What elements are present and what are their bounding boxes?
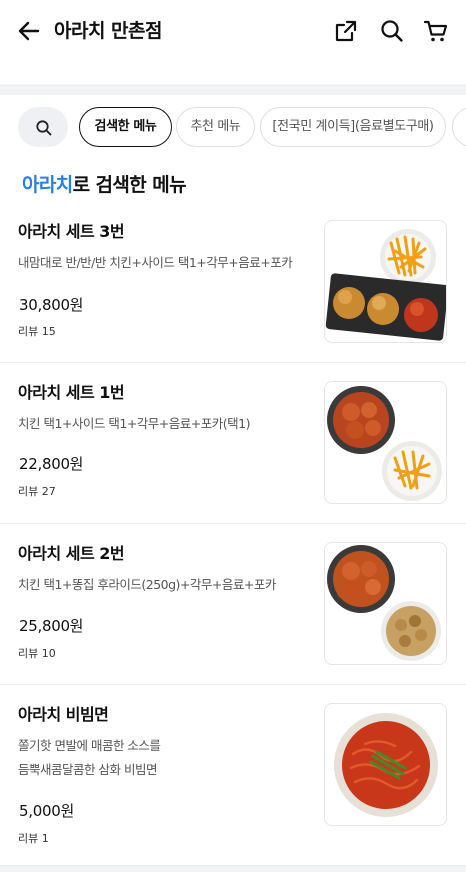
menu-item-price: 30,800원 [19,296,84,314]
menu-item-image [324,381,447,504]
bottom-divider [0,866,466,872]
chip-search-button[interactable] [18,107,68,147]
menu-item-description: 내맘대로 반/반/반 치킨+사이드 택1+각무+음료+포카 [18,255,293,270]
search-keyword: 아라치 [22,174,73,196]
menu-item-name: 아라치 비빔면 [18,705,109,724]
chip-searched-menu[interactable]: 검색한 메뉴 [79,107,172,147]
cart-icon[interactable] [423,18,449,44]
menu-item-name: 아라치 세트 3번 [18,222,125,241]
share-icon[interactable] [333,18,359,44]
menu-item-description: 치킨 택1+사이드 택1+각무+음료+포카(택1) [18,416,250,431]
top-bar: 아라치 만촌점 [0,0,466,64]
menu-item-price: 22,800원 [19,455,84,473]
menu-item-image [324,703,447,826]
menu-item[interactable]: 아라치 세트 1번 치킨 택1+사이드 택1+각무+음료+포카(택1) 22,8… [0,363,466,524]
menu-item[interactable]: 아라치 세트 2번 치킨 택1+똥집 후라이드(250g)+각무+음료+포카 2… [0,524,466,685]
menu-item-description: 쫄기핫 면발에 매콤한 소스를 듬뿍새콤달콤한 삼화 비빔면 [18,738,161,777]
page-title: 아라치 만촌점 [54,20,163,42]
chip-recommended-menu[interactable]: 추천 메뉴 [176,107,255,147]
menu-item[interactable]: 아라치 세트 3번 내맘대로 반/반/반 치킨+사이드 택1+각무+음료+포카 … [0,202,466,363]
menu-item-price: 25,800원 [19,617,84,635]
menu-item-review-count: 리뷰 15 [18,325,56,338]
search-icon[interactable] [379,18,405,44]
menu-item-description: 치킨 택1+똥집 후라이드(250g)+각무+음료+포카 [18,577,276,592]
menu-item[interactable]: 아라치 비빔면 쫄기핫 면발에 매콤한 소스를 듬뿍새콤달콤한 삼화 비빔면 5… [0,685,466,866]
menu-item-name: 아라치 세트 1번 [18,383,125,402]
menu-filter-chips: 검색한 메뉴 추천 메뉴 [전국민 계이득](음료별도구매) [0,107,466,149]
menu-item-price: 5,000원 [19,802,74,820]
menu-item-image [324,220,447,343]
back-arrow-icon[interactable] [16,18,42,44]
menu-item-name: 아라치 세트 2번 [18,544,125,563]
menu-item-review-count: 리뷰 1 [18,832,49,845]
search-heading-suffix: 로 검색한 메뉴 [72,174,187,196]
search-result-heading: 아라치로 검색한 메뉴 [22,172,187,198]
search-icon [36,120,52,136]
menu-item-review-count: 리뷰 10 [18,647,56,660]
section-divider [0,84,466,95]
chip-promo-menu[interactable]: [전국민 계이득](음료별도구매) [260,107,446,147]
menu-item-image [324,542,447,665]
chip-more[interactable] [452,107,466,147]
menu-item-review-count: 리뷰 27 [18,485,56,498]
